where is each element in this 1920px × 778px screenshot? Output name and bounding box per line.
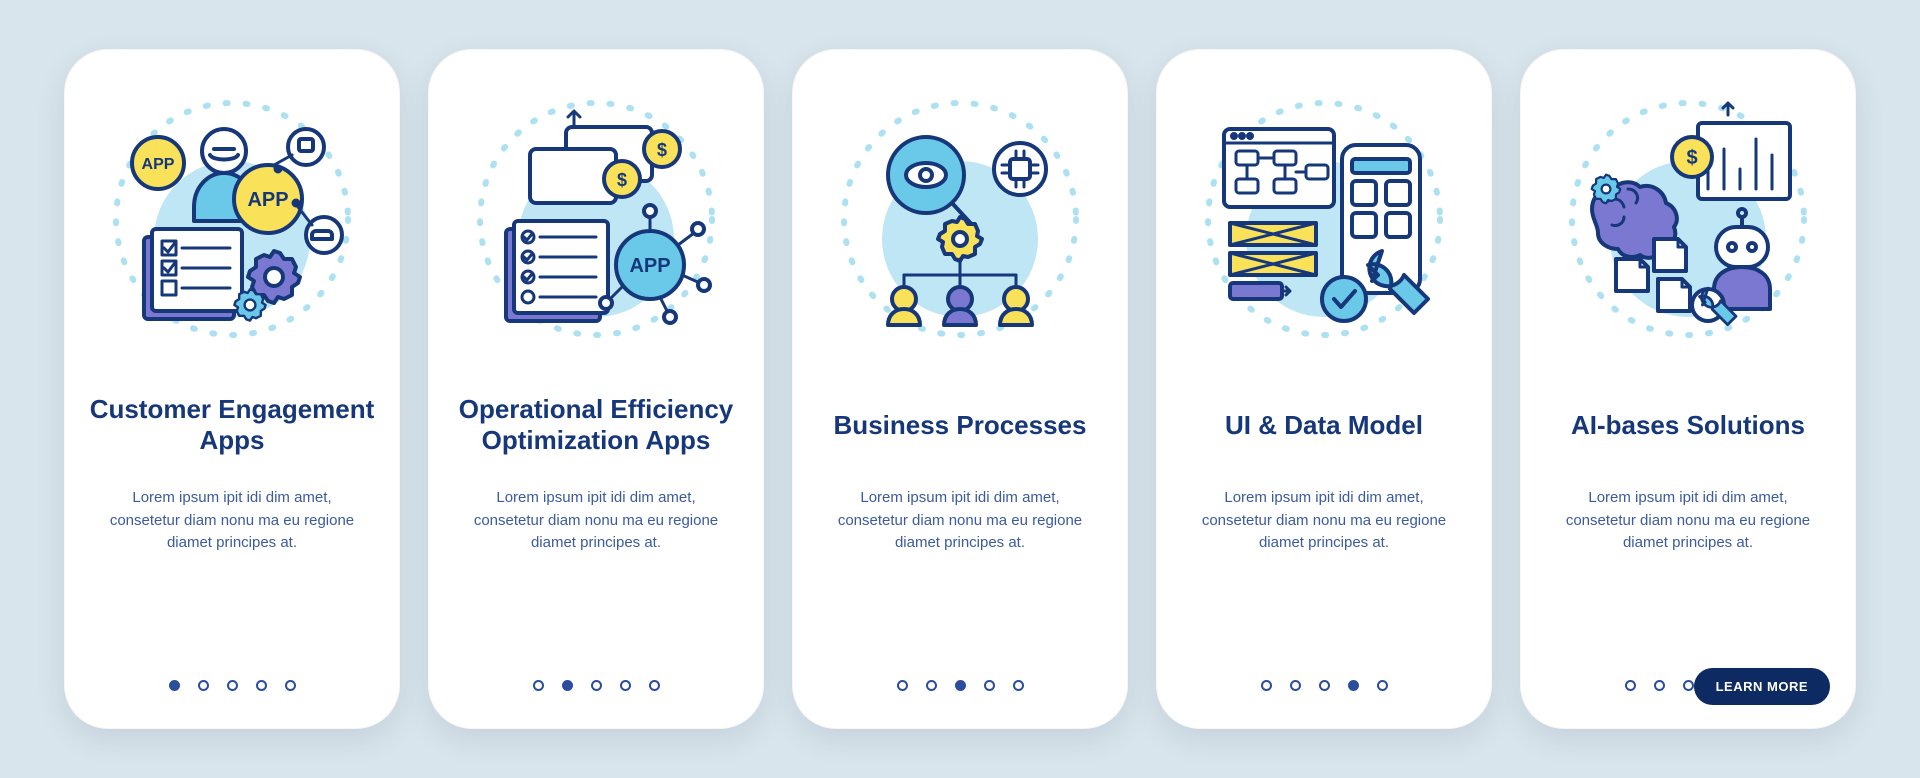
page-dot[interactable] <box>1377 680 1388 691</box>
page-dot[interactable] <box>562 680 573 691</box>
card-title: AI-bases Solutions <box>1571 377 1805 473</box>
ui-data-model-icon <box>1194 89 1454 349</box>
svg-text:$: $ <box>617 170 627 190</box>
page-dot[interactable] <box>285 680 296 691</box>
page-dot[interactable] <box>926 680 937 691</box>
card-title: UI & Data Model <box>1225 377 1423 473</box>
pagination-dots <box>1261 680 1388 691</box>
page-dot[interactable] <box>955 680 966 691</box>
onboarding-card: Business Processes Lorem ipsum ipit idi … <box>792 49 1128 729</box>
page-dot[interactable] <box>1013 680 1024 691</box>
page-dot[interactable] <box>1319 680 1330 691</box>
page-dot[interactable] <box>169 680 180 691</box>
page-dot[interactable] <box>227 680 238 691</box>
pagination-dots <box>533 680 660 691</box>
page-dot[interactable] <box>1290 680 1301 691</box>
onboarding-card: UI & Data Model Lorem ipsum ipit idi dim… <box>1156 49 1492 729</box>
page-dot[interactable] <box>1348 680 1359 691</box>
page-dot[interactable] <box>533 680 544 691</box>
onboarding-card: $ <box>1520 49 1856 729</box>
svg-text:APP: APP <box>247 189 288 211</box>
page-dot[interactable] <box>591 680 602 691</box>
page-dot[interactable] <box>1261 680 1272 691</box>
page-dot[interactable] <box>620 680 631 691</box>
pagination-dots <box>169 680 296 691</box>
business-processes-icon <box>830 89 1090 349</box>
card-title: Operational Efficiency Optimization Apps <box>452 377 740 473</box>
onboarding-card: $ $ APP <box>428 49 764 729</box>
operational-efficiency-icon: $ $ APP <box>466 89 726 349</box>
onboarding-card: APP APP <box>64 49 400 729</box>
learn-more-button[interactable]: LEARN MORE <box>1694 668 1830 705</box>
customer-engagement-icon: APP APP <box>102 89 362 349</box>
page-dot[interactable] <box>256 680 267 691</box>
ai-solutions-icon: $ <box>1558 89 1818 349</box>
page-dot[interactable] <box>649 680 660 691</box>
card-description: Lorem ipsum ipit idi dim amet, consetetu… <box>96 487 368 557</box>
card-description: Lorem ipsum ipit idi dim amet, consetetu… <box>824 487 1096 557</box>
svg-text:APP: APP <box>629 255 670 277</box>
card-description: Lorem ipsum ipit idi dim amet, consetetu… <box>1552 487 1824 557</box>
svg-text:APP: APP <box>142 156 175 173</box>
page-dot[interactable] <box>1625 680 1636 691</box>
svg-text:$: $ <box>1686 147 1697 169</box>
svg-text:$: $ <box>657 140 667 160</box>
page-dot[interactable] <box>984 680 995 691</box>
page-dot[interactable] <box>1654 680 1665 691</box>
page-dot[interactable] <box>198 680 209 691</box>
page-dot[interactable] <box>897 680 908 691</box>
card-description: Lorem ipsum ipit idi dim amet, consetetu… <box>460 487 732 557</box>
pagination-dots <box>897 680 1024 691</box>
card-title: Customer Engagement Apps <box>88 377 376 473</box>
page-dot[interactable] <box>1683 680 1694 691</box>
card-description: Lorem ipsum ipit idi dim amet, consetetu… <box>1188 487 1460 557</box>
card-title: Business Processes <box>834 377 1087 473</box>
